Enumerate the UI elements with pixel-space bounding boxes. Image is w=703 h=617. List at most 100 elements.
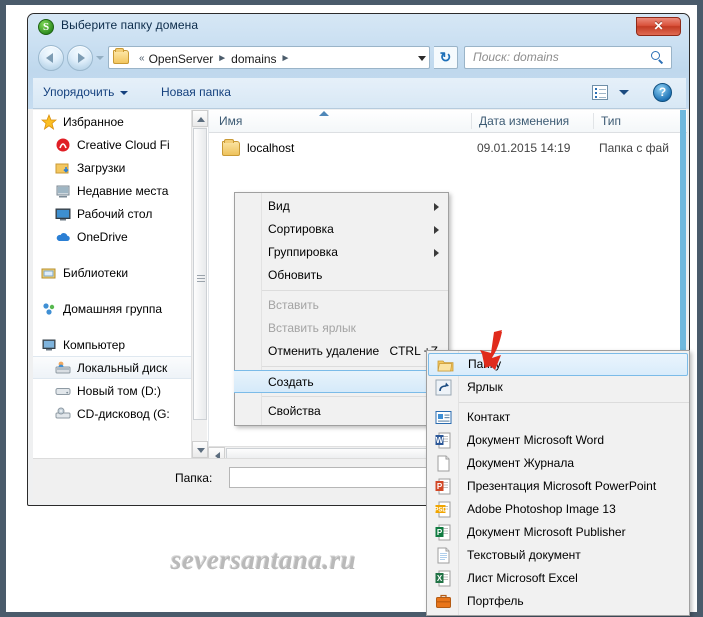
breadcrumb-item-1[interactable]: domains <box>231 52 276 66</box>
refresh-button[interactable]: ↻ <box>434 46 458 69</box>
column-header-type[interactable]: Тип <box>601 114 621 128</box>
chevron-down-icon[interactable] <box>418 56 426 61</box>
sidebar-label: Локальный диск <box>77 360 168 375</box>
scroll-down-button[interactable] <box>192 441 208 458</box>
photoshop-icon: PSD <box>434 501 452 518</box>
breadcrumb-prefix: « <box>139 53 145 64</box>
column-divider[interactable] <box>593 113 594 129</box>
breadcrumb-item-0[interactable]: OpenServer <box>149 52 214 66</box>
context-menu-item-group[interactable]: Группировка <box>235 241 448 264</box>
navigation-bar: « OpenServer ► domains ► ↻ Поиск: domain… <box>28 44 689 76</box>
submenu-item-shortcut[interactable]: Ярлык <box>427 376 689 399</box>
sidebar-scrollbar[interactable] <box>191 110 208 458</box>
folder-icon <box>222 139 240 156</box>
submenu-item-powerpoint-presentation[interactable]: P Презентация Microsoft PowerPoint <box>427 475 689 498</box>
submenu-item-excel-sheet[interactable]: X Лист Microsoft Excel <box>427 567 689 590</box>
sidebar-item-new-volume[interactable]: Новый том (D:) <box>33 379 191 402</box>
context-menu-item-sort[interactable]: Сортировка <box>235 218 448 241</box>
back-arrow-icon <box>46 53 53 63</box>
downloads-icon <box>55 160 71 176</box>
sidebar-group-favorites[interactable]: Избранное <box>33 110 191 133</box>
homegroup-icon <box>41 301 57 317</box>
page-root: seversantana.ru S Выберите папку домена … <box>0 0 703 617</box>
submenu-item-briefcase[interactable]: Портфель <box>427 590 689 613</box>
shortcut-icon <box>435 379 452 396</box>
forward-arrow-icon <box>78 53 85 63</box>
sidebar-group-computer[interactable]: Компьютер <box>33 333 191 356</box>
submenu-item-photoshop-image[interactable]: PSD Adobe Photoshop Image 13 <box>427 498 689 521</box>
submenu-label: Документ Microsoft Word <box>467 433 605 447</box>
submenu-arrow-icon <box>434 249 439 257</box>
context-menu-item-refresh[interactable]: Обновить <box>235 264 448 287</box>
title-bar: S Выберите папку домена ✕ <box>28 14 689 41</box>
sidebar-label: Избранное <box>63 114 124 129</box>
submenu-item-word-document[interactable]: W Документ Microsoft Word <box>427 429 689 452</box>
sidebar-label: Рабочий стол <box>77 206 153 221</box>
sidebar-item-desktop[interactable]: Рабочий стол <box>33 202 191 225</box>
sidebar-item-creative-cloud[interactable]: Creative Cloud Fi <box>33 133 191 156</box>
sidebar-item-local-disk[interactable]: Локальный диск <box>33 356 191 379</box>
address-bar[interactable]: « OpenServer ► domains ► <box>108 46 430 69</box>
view-mode-icon[interactable] <box>592 85 608 100</box>
sidebar-item-onedrive[interactable]: OneDrive <box>33 225 191 248</box>
breadcrumb: « OpenServer ► domains ► <box>135 50 294 67</box>
context-menu-item-paste: Вставить <box>235 294 448 317</box>
folder-icon <box>437 357 454 374</box>
briefcase-icon <box>435 593 452 610</box>
sidebar-group-homegroup[interactable]: Домашняя группа <box>33 297 191 320</box>
submenu-item-text-document[interactable]: Текстовый документ <box>427 544 689 567</box>
forward-button[interactable] <box>67 45 93 71</box>
history-dropdown-icon[interactable] <box>96 56 104 60</box>
onedrive-icon <box>55 229 71 245</box>
new-submenu: Папку Ярлык Контакт W Документ Microsoft… <box>426 350 690 616</box>
organize-button[interactable]: Упорядочить <box>43 85 129 99</box>
sidebar-group-libraries[interactable]: Библиотеки <box>33 261 191 284</box>
chevron-right-icon: ► <box>280 53 291 64</box>
submenu-item-journal-document[interactable]: Документ Журнала <box>427 452 689 475</box>
journal-icon <box>435 455 452 472</box>
column-header-name[interactable]: Имя <box>219 114 242 128</box>
cd-drive-icon <box>55 406 71 422</box>
sidebar-label: Creative Cloud Fi <box>77 137 170 152</box>
help-button[interactable]: ? <box>653 83 672 102</box>
svg-text:W: W <box>436 436 444 445</box>
column-divider[interactable] <box>471 113 472 129</box>
window-title: Выберите папку домена <box>61 18 199 32</box>
search-icon <box>651 51 664 64</box>
close-button[interactable]: ✕ <box>636 17 681 36</box>
context-menu-item-new[interactable]: Создать <box>234 370 449 393</box>
search-box[interactable]: Поиск: domains <box>464 46 672 69</box>
organize-label: Упорядочить <box>43 85 115 99</box>
new-folder-button[interactable]: Новая папка <box>161 85 231 99</box>
sidebar-item-recent-places[interactable]: Недавние места <box>33 179 191 202</box>
context-menu-item-undo-delete[interactable]: Отменить удаление CTRL +Z <box>235 340 448 363</box>
submenu-item-folder[interactable]: Папку <box>428 353 688 376</box>
scrollbar-thumb[interactable] <box>193 128 207 420</box>
scroll-up-button[interactable] <box>192 110 208 127</box>
command-bar: Упорядочить Новая папка ? <box>33 78 686 109</box>
table-row[interactable]: localhost 09.01.2015 14:19 Папка с фай <box>209 136 687 162</box>
sidebar-item-downloads[interactable]: Загрузки <box>33 156 191 179</box>
sidebar-item-cd-drive[interactable]: CD-дисковод (G: <box>33 402 191 425</box>
sidebar-label: Недавние места <box>77 183 169 198</box>
submenu-item-publisher-document[interactable]: P Документ Microsoft Publisher <box>427 521 689 544</box>
star-icon <box>40 113 58 130</box>
contact-icon <box>435 409 452 426</box>
submenu-label: Документ Microsoft Publisher <box>467 525 626 539</box>
submenu-item-contact[interactable]: Контакт <box>427 406 689 429</box>
submenu-label: Adobe Photoshop Image 13 <box>467 502 616 516</box>
svg-text:P: P <box>437 482 443 491</box>
submenu-separator <box>459 402 689 403</box>
view-mode-chevron-down-icon[interactable] <box>619 90 629 95</box>
back-button[interactable] <box>38 45 64 71</box>
publisher-icon: P <box>435 524 452 541</box>
context-menu-item-properties[interactable]: Свойства <box>235 400 448 423</box>
context-menu-item-view[interactable]: Вид <box>235 195 448 218</box>
sidebar-label: Загрузки <box>77 160 126 175</box>
column-header-date[interactable]: Дата изменения <box>479 114 569 128</box>
context-menu-label: Отменить удаление <box>268 344 380 358</box>
context-menu-label: Свойства <box>268 404 321 418</box>
